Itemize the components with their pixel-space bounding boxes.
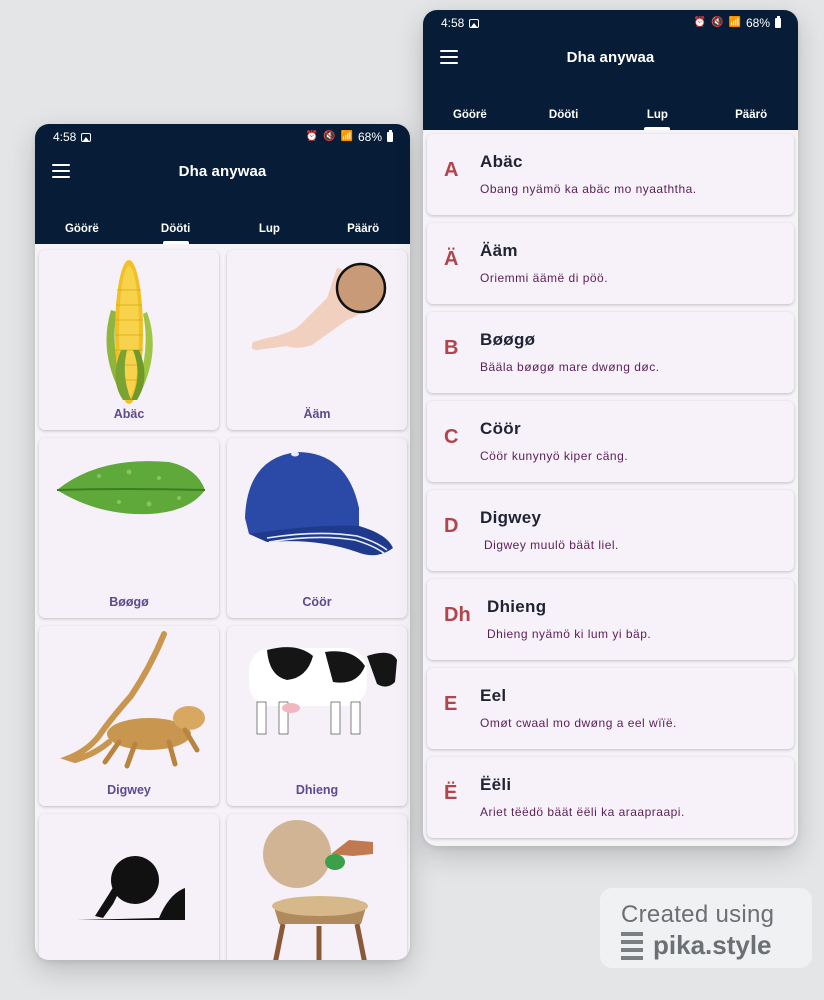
menu-icon[interactable] <box>440 50 458 64</box>
app-title: Dha anywaa <box>566 48 655 66</box>
phone-screen-right: 4:58 ⏰ 🔇 📶 68% Dha anywaa Göörë Dööti Lu… <box>423 10 798 846</box>
card-label: Abäc <box>113 407 145 421</box>
tab-dooti[interactable]: Dööti <box>517 106 611 130</box>
card-label: Cöör <box>302 595 332 609</box>
word-title: Digwey <box>480 508 542 527</box>
letter-badge: C <box>444 426 459 448</box>
app-title: Dha anywaa <box>178 162 267 180</box>
card-label: Digwey <box>107 783 151 797</box>
cap-image <box>245 451 393 556</box>
example-sentence: Cöör kunynyö kiper cäng. <box>480 449 629 463</box>
letter-badge: Dh <box>444 604 471 626</box>
tab-bar: Göörë Dööti Lup Päärö <box>35 220 410 244</box>
card-abac[interactable]: Abäc <box>39 250 219 430</box>
tab-lup[interactable]: Lup <box>611 106 705 130</box>
card-digwey[interactable]: Digwey <box>39 626 219 806</box>
card-label: Dhieng <box>295 783 339 797</box>
battery-icon <box>387 130 393 142</box>
boulder-image <box>77 856 185 920</box>
example-sentence: Obang nyämö ka abäc mo nyaaththa. <box>480 182 697 196</box>
phone-screen-left: 4:58 ⏰ 🔇 📶 68% Dha anywaa Göörë Dööti Lu… <box>35 124 410 960</box>
tab-paaro[interactable]: Päärö <box>316 220 410 244</box>
letter-badge: B <box>444 337 459 359</box>
list-item[interactable]: D Digwey Digwey muulö bäät liel. <box>427 490 794 571</box>
leaf-image <box>56 461 206 515</box>
mute-icon: 🔇 <box>711 17 724 28</box>
word-title: Ëëli <box>480 775 512 794</box>
status-time: 4:58 <box>441 16 465 30</box>
word-title: Cöör <box>480 419 521 438</box>
watermark-line1: Created using <box>621 901 775 928</box>
tab-paaro[interactable]: Päärö <box>704 106 798 130</box>
gallery-icon <box>81 132 92 142</box>
list-item[interactable]: E Eel Omøt cwaal mo dwøng a eel wïïë. <box>427 668 794 749</box>
pika-logo-icon <box>621 931 643 960</box>
list-item[interactable]: Dh Dhieng Dhieng nyämö ki lum yi bäp. <box>427 579 794 660</box>
mute-icon: 🔇 <box>323 131 336 142</box>
status-bar: 4:58 ⏰ 🔇 📶 68% <box>423 10 798 36</box>
tab-goore[interactable]: Göörë <box>35 220 129 244</box>
word-title: Dhieng <box>487 597 547 616</box>
picture-grid: Abäc Ääm Bøøgø Cöör Digwey Dhieng <box>35 244 410 960</box>
tab-dooti[interactable]: Dööti <box>129 220 223 244</box>
tab-goore[interactable]: Göörë <box>423 106 517 130</box>
list-item[interactable]: Ä Ääm Oriemmi äämë di pöö. <box>427 223 794 304</box>
example-sentence: Oriemmi äämë di pöö. <box>480 271 609 285</box>
example-sentence: Omøt cwaal mo dwøng a eel wïïë. <box>480 716 677 730</box>
card-boogo[interactable]: Bøøgø <box>39 438 219 618</box>
word-title: Bøøgø <box>480 330 536 349</box>
letter-badge: E <box>444 693 458 715</box>
card-dhieng[interactable]: Dhieng <box>227 626 407 806</box>
list-item[interactable]: A Abäc Obang nyämö ka abäc mo nyaaththa. <box>427 134 794 215</box>
letter-badge: Ë <box>444 782 458 804</box>
list-item[interactable]: Ë Ëëli Ariet tëëdö bäät ëëli ka araapraa… <box>427 757 794 838</box>
grinding-stone-image <box>263 820 373 960</box>
status-time: 4:58 <box>53 130 77 144</box>
list-item[interactable]: B Bøøgø Bääla bøøgø mare dwøng døc. <box>427 312 794 393</box>
word-title: Ääm <box>480 241 518 260</box>
alarm-icon: ⏰ <box>693 17 707 28</box>
app-bar: 4:58 ⏰ 🔇 📶 68% Dha anywaa Göörë Dööti Lu… <box>423 10 798 130</box>
corn-image <box>106 260 153 404</box>
example-sentence: Digwey muulö bäät liel. <box>484 538 619 552</box>
letter-badge: Ä <box>444 248 459 270</box>
card-boulder[interactable] <box>39 814 219 960</box>
wifi-icon: 📶 <box>728 17 741 28</box>
alphabet-list: A Abäc Obang nyämö ka abäc mo nyaaththa.… <box>423 130 798 838</box>
example-sentence: Dhieng nyämö ki lum yi bäp. <box>487 627 652 641</box>
watermark: Created using pika.style <box>600 888 812 968</box>
letter-badge: A <box>444 159 459 181</box>
alarm-icon: ⏰ <box>305 131 319 142</box>
word-title: Abäc <box>480 152 523 171</box>
battery-percent: 68% <box>357 130 382 144</box>
app-bar: 4:58 ⏰ 🔇 📶 68% Dha anywaa Göörë Dööti Lu… <box>35 124 410 244</box>
card-coor[interactable]: Cöör <box>227 438 407 618</box>
tab-bar: Göörë Dööti Lup Päärö <box>423 106 798 130</box>
card-label: Bøøgø <box>109 595 149 609</box>
example-sentence: Ariet tëëdö bäät ëëli ka araapraapi. <box>480 805 685 819</box>
gallery-icon <box>469 18 480 28</box>
card-aam[interactable]: Ääm <box>227 250 407 430</box>
battery-icon <box>775 16 781 28</box>
letter-badge: D <box>444 515 459 537</box>
card-grinding-stone[interactable] <box>227 814 407 960</box>
leg-image <box>251 262 387 350</box>
word-title: Eel <box>480 686 507 705</box>
lizard-image <box>60 631 205 769</box>
battery-percent: 68% <box>745 16 770 30</box>
card-label: Ääm <box>303 407 331 421</box>
status-bar: 4:58 ⏰ 🔇 📶 68% <box>35 124 410 150</box>
wifi-icon: 📶 <box>340 131 353 142</box>
menu-icon[interactable] <box>52 164 70 178</box>
example-sentence: Bääla bøøgø mare dwøng døc. <box>480 360 660 374</box>
list-item[interactable]: C Cöör Cöör kunynyö kiper cäng. <box>427 401 794 482</box>
watermark-brand: pika.style <box>653 930 772 960</box>
cow-image <box>249 647 397 735</box>
tab-lup[interactable]: Lup <box>223 220 317 244</box>
